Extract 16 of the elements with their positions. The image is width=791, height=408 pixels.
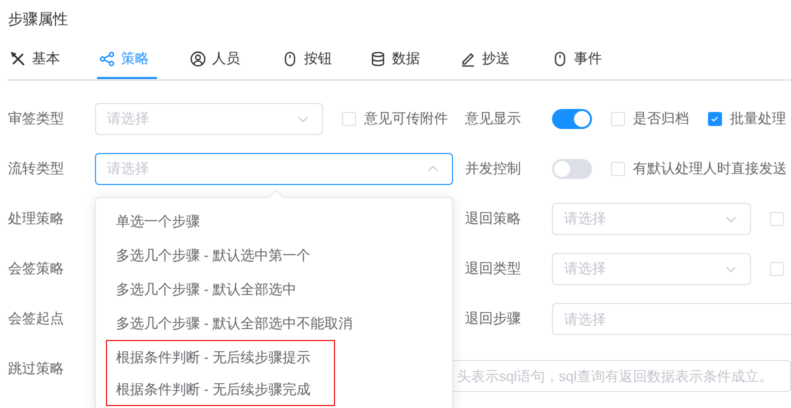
field-label: 并发控制 (465, 160, 522, 178)
panel-title: 步骤属性 (8, 10, 69, 30)
field-label: 退回类型 (465, 260, 522, 278)
checkbox-label: 有默认处理人时直接发送 (633, 160, 787, 178)
field-label: 会签起点 (8, 310, 65, 328)
field-label: 审签类型 (8, 110, 65, 128)
checkbox-label: 是否归档 (633, 110, 689, 128)
field-label: 退回策略 (465, 210, 522, 228)
field-label: 会签策略 (8, 260, 65, 278)
checkbox-label: 批量处理 (730, 110, 786, 128)
checkbox-label: 意见可传附件 (364, 110, 448, 128)
field-label: 流转类型 (8, 160, 65, 178)
field-label: 跳过策略 (8, 360, 65, 378)
field-label: 意见显示 (465, 110, 522, 128)
field-label: 退回步骤 (465, 310, 522, 328)
field-label: 处理策略 (8, 210, 65, 228)
